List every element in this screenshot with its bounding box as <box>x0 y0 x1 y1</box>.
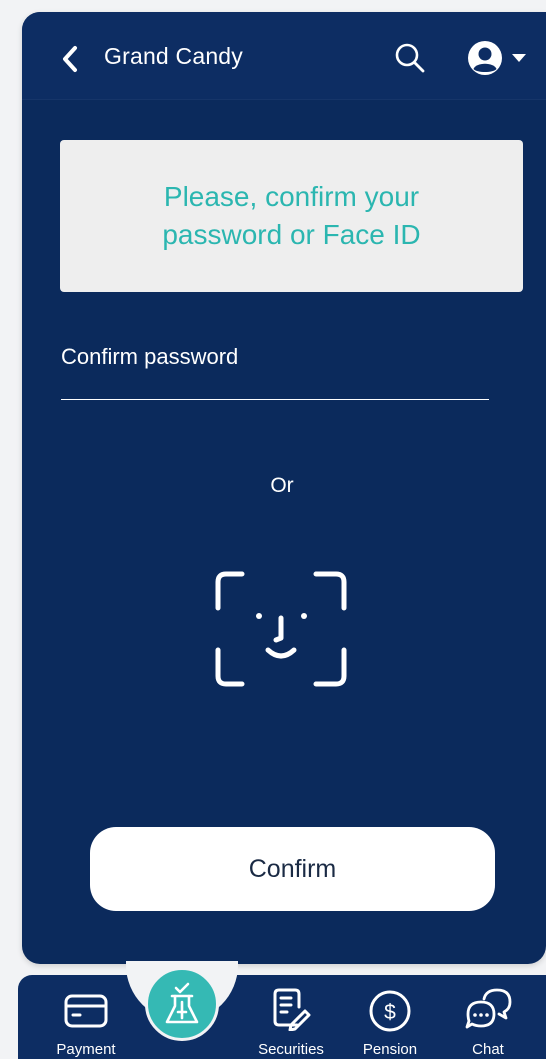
or-separator: Or <box>270 474 294 497</box>
app-screen: Grand Candy Please, confirm your passwor… <box>22 12 546 964</box>
bottom-tab-bar: Payment Securities $ Pension Chat <box>18 961 546 1059</box>
search-icon <box>395 43 425 73</box>
tab-chat-label: Chat <box>472 1041 504 1058</box>
user-circle-icon <box>468 41 502 75</box>
invest-flask-icon <box>165 982 199 1024</box>
tab-pension-label: Pension <box>362 1041 418 1058</box>
tab-securities[interactable]: Securities <box>246 975 336 1059</box>
face-id-button[interactable] <box>212 568 354 690</box>
page-title: Grand Candy <box>104 43 243 69</box>
face-id-icon <box>215 571 347 687</box>
tab-invest-center-button[interactable] <box>145 967 219 1041</box>
chevron-left-icon <box>63 46 77 72</box>
tab-chat[interactable]: Chat <box>450 975 526 1059</box>
password-input[interactable] <box>61 378 489 400</box>
tab-payment[interactable]: Payment <box>46 975 126 1059</box>
tab-pension[interactable]: $ Pension <box>348 975 432 1059</box>
credit-card-icon <box>64 994 108 1028</box>
confirm-notice-card: Please, confirm your password or Face ID <box>60 140 523 292</box>
search-button[interactable] <box>392 40 428 76</box>
dollar-circle-icon: $ <box>369 990 411 1032</box>
chat-bubbles-icon <box>465 988 512 1029</box>
svg-text:$: $ <box>384 1001 396 1024</box>
profile-menu-button[interactable] <box>466 39 542 77</box>
password-label: Confirm password <box>61 344 239 369</box>
caret-down-icon <box>512 54 526 62</box>
tab-securities-label: Securities <box>258 1041 324 1058</box>
document-pen-icon <box>273 988 311 1031</box>
back-button[interactable] <box>56 42 84 76</box>
confirm-button[interactable]: Confirm <box>90 827 495 911</box>
tab-payment-label: Payment <box>56 1041 116 1058</box>
top-bar: Grand Candy <box>22 12 546 100</box>
notice-text: Please, confirm your password or Face ID <box>162 181 421 250</box>
